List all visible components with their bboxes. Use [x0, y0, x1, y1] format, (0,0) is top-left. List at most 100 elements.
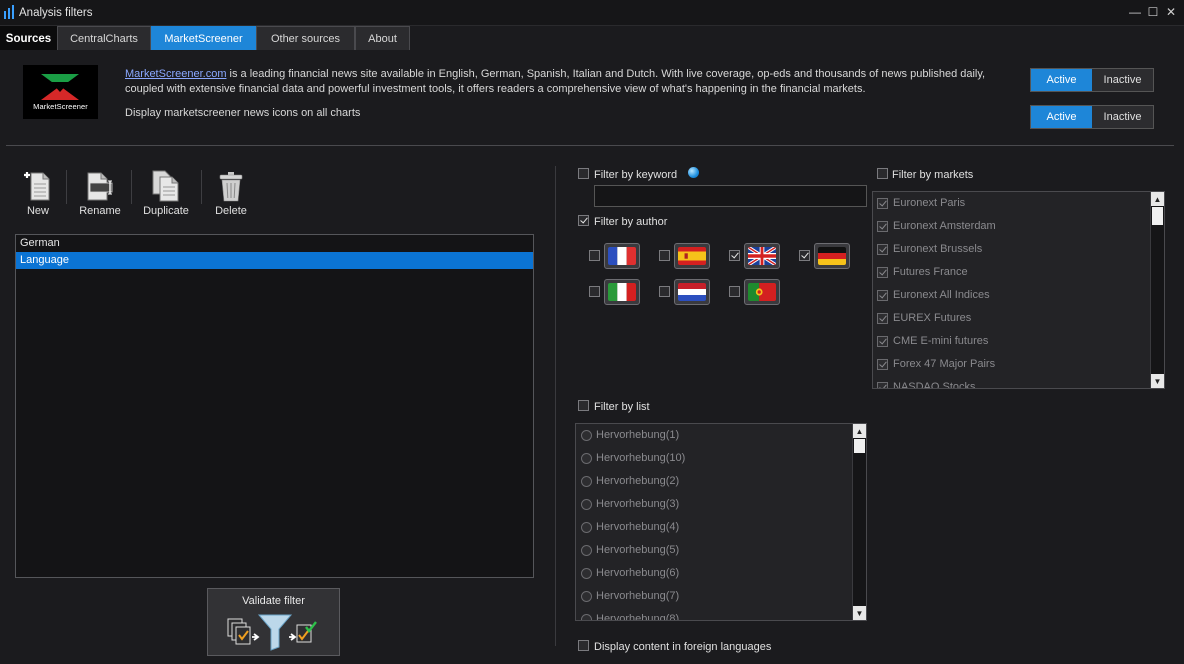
new-document-icon — [24, 172, 50, 201]
list-radio[interactable] — [581, 430, 592, 441]
duplicate-icon — [152, 170, 179, 202]
toolbar-separator — [66, 170, 67, 204]
new-button[interactable]: New — [8, 170, 68, 220]
filter-by-list-checkbox[interactable] — [578, 400, 589, 411]
tab-other-sources[interactable]: Other sources — [256, 26, 355, 50]
scroll-up-icon[interactable]: ▲ — [1151, 192, 1164, 206]
flag-checkbox-france[interactable] — [589, 250, 600, 261]
panel-divider — [555, 166, 556, 646]
market-checkbox[interactable] — [877, 267, 888, 278]
tab-centralcharts[interactable]: CentralCharts — [57, 26, 151, 50]
toolbar-separator — [131, 170, 132, 204]
filter-by-author-checkbox[interactable] — [578, 215, 589, 226]
flag-italy-icon[interactable] — [604, 279, 640, 305]
list-item-label: Hervorhebung(4) — [596, 521, 680, 533]
tab-about[interactable]: About — [355, 26, 410, 50]
list-radio[interactable] — [581, 591, 592, 602]
markets-list[interactable]: Euronext Paris Euronext Amsterdam Eurone… — [872, 191, 1165, 389]
market-label: Euronext Brussels — [893, 243, 983, 255]
minimize-icon[interactable]: — — [1128, 5, 1142, 19]
close-icon[interactable]: ✕ — [1164, 5, 1178, 19]
list-radio[interactable] — [581, 522, 592, 533]
market-label: NASDAQ Stocks — [893, 381, 976, 389]
source-active-button[interactable]: Active — [1031, 69, 1092, 91]
highlight-list[interactable]: Hervorhebung(1) Hervorhebung(10) Hervorh… — [575, 423, 867, 621]
list-item-label: Hervorhebung(3) — [596, 498, 680, 510]
delete-button[interactable]: Delete — [201, 170, 261, 220]
scroll-thumb[interactable] — [1152, 207, 1163, 225]
list-item-label: Hervorhebung(10) — [596, 452, 686, 464]
source-inactive-button[interactable]: Inactive — [1092, 69, 1153, 91]
duplicate-button-label: Duplicate — [143, 205, 189, 217]
list-radio[interactable] — [581, 499, 592, 510]
flag-checkbox-united-kingdom[interactable] — [729, 250, 740, 261]
logo-text: MarketScreener — [33, 102, 88, 111]
filter-by-keyword-checkbox[interactable] — [578, 168, 589, 179]
flag-netherlands-icon[interactable] — [674, 279, 710, 305]
list-item-label: Hervorhebung(7) — [596, 590, 680, 602]
flag-spain-icon[interactable] — [674, 243, 710, 269]
display-icons-inactive-button[interactable]: Inactive — [1092, 106, 1153, 128]
display-icons-active-button[interactable]: Active — [1031, 106, 1092, 128]
tab-sources[interactable]: Sources — [0, 26, 57, 50]
list-scrollbar[interactable]: ▲ ▼ — [852, 424, 866, 620]
source-status-toggle: Active Inactive — [1030, 68, 1154, 92]
scroll-down-icon[interactable]: ▼ — [853, 606, 866, 620]
market-checkbox[interactable] — [877, 359, 888, 370]
market-label: Futures France — [893, 266, 968, 278]
trash-icon — [219, 172, 243, 202]
markets-scrollbar[interactable]: ▲ ▼ — [1150, 192, 1164, 388]
market-checkbox[interactable] — [877, 221, 888, 232]
scroll-thumb[interactable] — [854, 439, 865, 453]
filter-by-markets-checkbox[interactable] — [877, 168, 888, 179]
list-radio[interactable] — [581, 476, 592, 487]
scroll-down-icon[interactable]: ▼ — [1151, 374, 1164, 388]
market-checkbox[interactable] — [877, 198, 888, 209]
source-description: MarketScreener.com is a leading financia… — [125, 67, 1020, 97]
filter-list[interactable]: German Language — [15, 234, 534, 578]
flag-united-kingdom-icon[interactable] — [744, 243, 780, 269]
tab-marketscreener[interactable]: MarketScreener — [151, 26, 256, 50]
list-radio[interactable] — [581, 453, 592, 464]
flag-checkbox-portugal[interactable] — [729, 286, 740, 297]
window-title: Analysis filters — [19, 7, 93, 19]
market-checkbox[interactable] — [877, 382, 888, 388]
duplicate-button[interactable]: Duplicate — [136, 170, 196, 220]
flag-checkbox-spain[interactable] — [659, 250, 670, 261]
list-radio[interactable] — [581, 545, 592, 556]
flag-germany-icon[interactable] — [814, 243, 850, 269]
list-radio[interactable] — [581, 568, 592, 579]
title-bar: Analysis filters — ☐ ✕ — [0, 0, 1184, 26]
list-item[interactable]: Language — [16, 252, 533, 269]
app-chart-icon — [4, 5, 14, 19]
market-label: CME E-mini futures — [893, 335, 989, 347]
validate-filter-button[interactable]: Validate filter — [207, 588, 340, 656]
keyword-input[interactable] — [594, 185, 867, 207]
flag-portugal-icon[interactable] — [744, 279, 780, 305]
validate-filter-label: Validate filter — [242, 595, 305, 607]
info-bubble-icon[interactable] — [688, 167, 699, 178]
list-item-label: Hervorhebung(6) — [596, 567, 680, 579]
filter-by-markets-label: Filter by markets — [892, 169, 974, 181]
flag-checkbox-germany[interactable] — [799, 250, 810, 261]
market-label: Forex 47 Major Pairs — [893, 358, 996, 370]
list-radio[interactable] — [581, 614, 592, 620]
flag-france-icon[interactable] — [604, 243, 640, 269]
market-checkbox[interactable] — [877, 244, 888, 255]
scroll-up-icon[interactable]: ▲ — [853, 424, 866, 438]
flag-checkbox-netherlands[interactable] — [659, 286, 670, 297]
market-checkbox[interactable] — [877, 290, 888, 301]
foreign-languages-checkbox[interactable] — [578, 640, 589, 651]
rename-button[interactable]: Rename — [70, 170, 130, 220]
list-item[interactable]: German — [16, 235, 533, 252]
flag-checkbox-italy[interactable] — [589, 286, 600, 297]
market-checkbox[interactable] — [877, 313, 888, 324]
delete-button-label: Delete — [215, 205, 247, 217]
maximize-icon[interactable]: ☐ — [1146, 5, 1160, 19]
rename-button-label: Rename — [79, 205, 121, 217]
marketscreener-link[interactable]: MarketScreener.com — [125, 68, 226, 80]
list-item-label: Hervorhebung(2) — [596, 475, 680, 487]
tab-bar: Sources CentralCharts MarketScreener Oth… — [0, 26, 1184, 50]
marketscreener-logo: MarketScreener — [23, 65, 98, 119]
market-checkbox[interactable] — [877, 336, 888, 347]
